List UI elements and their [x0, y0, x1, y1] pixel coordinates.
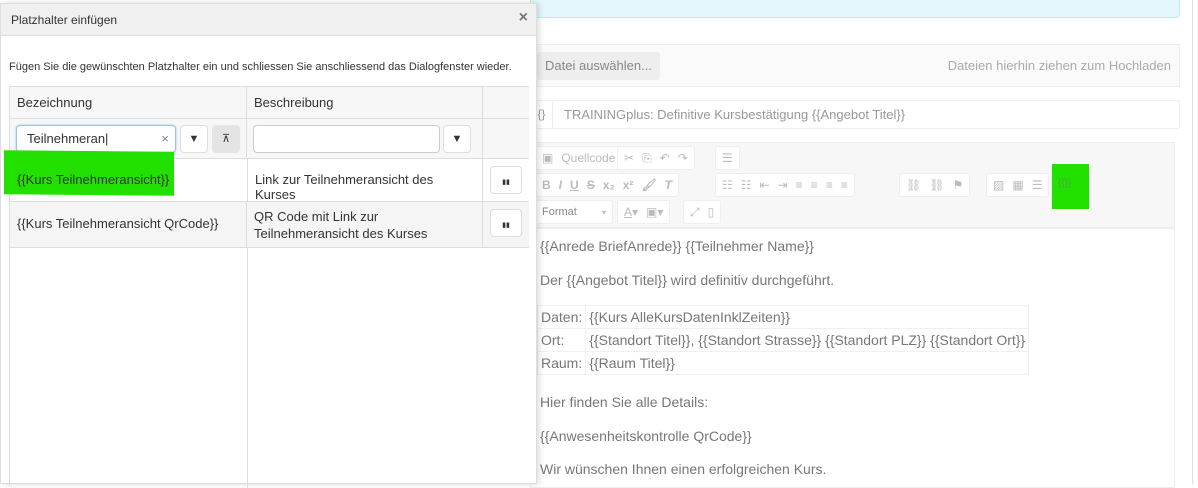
- template-button[interactable]: ☰: [715, 146, 740, 170]
- justify-icon[interactable]: ≡: [841, 178, 848, 192]
- editor-line[interactable]: {{Anwesenheitskontrolle QrCode}}: [540, 428, 752, 444]
- cut-icon[interactable]: ✂: [624, 151, 634, 165]
- details-table[interactable]: Daten: {{Kurs AlleKursDatenInklZeiten}} O…: [536, 305, 1030, 375]
- placeholder-name: {{Kurs Teilnehmeransicht QrCode}}: [10, 202, 247, 247]
- info-banner: [530, 0, 1180, 18]
- maximize-icon[interactable]: ⤢: [690, 205, 700, 220]
- insert-placeholder-dialog: Platzhalter einfügen × Fügen Sie die gew…: [0, 3, 537, 488]
- editor-line[interactable]: {{Anrede BriefAnrede}} {{Teilnehmer Name…: [540, 238, 814, 254]
- table-cell[interactable]: Daten:: [536, 305, 587, 329]
- unlink-icon[interactable]: ⛓: [929, 178, 944, 192]
- editor-toolbar: ▣ Quellcode ✂ ⎘ ↶ ↷ ☰ B I U Sx₂ x² 🖌 T ☷ ☷ ⇤ ⇥ ≡ ≡ ≡ ≡ ⛓ ⛓…: [530, 142, 1175, 228]
- placeholder-description: QR Code mit Link zur Teilnehmeransicht d…: [247, 202, 483, 247]
- editor-content[interactable]: {{Anrede BriefAnrede}} {{Teilnehmer Name…: [530, 228, 1175, 488]
- format-select[interactable]: Format ▾: [535, 200, 613, 224]
- grid-header: Bezeichnung Beschreibung: [10, 86, 529, 119]
- table-icon[interactable]: ▦: [1012, 178, 1023, 192]
- copy-button[interactable]: ▮▮: [490, 166, 522, 194]
- copy-button[interactable]: ▮▮: [490, 209, 522, 237]
- brush-icon[interactable]: 🖌: [641, 178, 656, 192]
- drop-hint: Dateien hierhin ziehen zum Hochladen: [947, 58, 1171, 73]
- table-row[interactable]: {{Kurs Teilnehmeransicht QrCode}} QR Cod…: [10, 202, 529, 248]
- file-upload: Datei auswählen... Dateien hierhin ziehe…: [530, 44, 1180, 87]
- table-cell[interactable]: Raum:: [536, 351, 587, 375]
- clear-icon[interactable]: ×: [161, 131, 169, 146]
- placeholder-icon: {{}}: [1058, 178, 1072, 189]
- select-file-button[interactable]: Datei auswählen...: [537, 52, 660, 80]
- table-cell[interactable]: {{Standort Titel}}, {{Standort Strasse}}…: [585, 328, 1030, 352]
- filter-icon: ▼: [188, 133, 200, 145]
- link-icon[interactable]: ⛓: [906, 178, 921, 192]
- column-header-description[interactable]: Beschreibung: [247, 87, 483, 118]
- strike-icon[interactable]: S: [587, 178, 595, 192]
- description-filter-input[interactable]: [253, 125, 440, 153]
- close-icon[interactable]: ×: [519, 9, 528, 27]
- undo-icon[interactable]: ↶: [660, 151, 670, 165]
- divider: [1192, 0, 1193, 484]
- insert-group[interactable]: ▨ ▦ ☰: [986, 173, 1050, 197]
- name-filter-input[interactable]: Teilnehmeran| ×: [16, 125, 176, 153]
- hr-icon[interactable]: ☰: [1032, 178, 1043, 192]
- placeholder-description: Link zur Teilnehmeransicht des Kurses: [247, 159, 483, 202]
- italic-icon[interactable]: I: [559, 178, 562, 192]
- chevron-down-icon: ▾: [601, 207, 606, 217]
- editor-line[interactable]: Hier finden Sie alle Details:: [540, 394, 708, 410]
- column-divider: [247, 248, 248, 488]
- editor-line[interactable]: Der {{Angebot Titel}} wird definitiv dur…: [540, 272, 834, 288]
- view-group[interactable]: ⤢ ▯: [683, 200, 722, 224]
- redo-icon[interactable]: ↷: [678, 151, 688, 165]
- placeholder-grid: Bezeichnung Beschreibung Teilnehmeran| × …: [4, 86, 529, 488]
- show-blocks-icon[interactable]: ▯: [708, 205, 715, 219]
- copy-icon: ▮▮: [502, 222, 510, 229]
- editor-line[interactable]: Wir wünschen Ihnen einen erfolgreichen K…: [540, 461, 826, 477]
- filter-button[interactable]: ▼: [443, 125, 471, 153]
- placeholder-button[interactable]: {{}}: [1052, 164, 1089, 209]
- clear-filter-button[interactable]: ⊼: [212, 125, 240, 153]
- subject-field[interactable]: {} TRAININGplus: Definitive Kursbestätig…: [530, 100, 1180, 129]
- source-icon: ▣: [542, 151, 554, 165]
- subscript-icon[interactable]: x₂: [603, 178, 615, 192]
- image-icon[interactable]: ▨: [993, 178, 1004, 192]
- link-group[interactable]: ⛓ ⛓ ⚑: [899, 173, 971, 197]
- indent-icon[interactable]: ⇥: [778, 178, 788, 192]
- outdent-icon[interactable]: ⇤: [760, 178, 770, 192]
- paragraph-group[interactable]: ☷ ☷ ⇤ ⇥ ≡ ≡ ≡ ≡: [715, 173, 855, 197]
- dialog-title: Platzhalter einfügen: [11, 13, 118, 27]
- bg-color-icon[interactable]: ▣▾: [646, 205, 663, 219]
- anchor-icon[interactable]: ⚑: [952, 178, 963, 192]
- format-label: Format: [542, 206, 577, 218]
- ordered-list-icon[interactable]: ☷: [722, 178, 733, 192]
- remove-format-icon[interactable]: T: [665, 178, 672, 192]
- clear-filter-icon: ⊼: [221, 133, 231, 145]
- align-left-icon[interactable]: ≡: [796, 178, 803, 192]
- copy-icon[interactable]: ⎘: [642, 151, 652, 166]
- dialog-intro: Fügen Sie die gewünschten Platzhalter ei…: [9, 61, 512, 73]
- subject-value[interactable]: TRAININGplus: Definitive Kursbestätigung…: [564, 107, 905, 122]
- dialog-header: Platzhalter einfügen ×: [1, 4, 536, 36]
- superscript-icon[interactable]: x²: [623, 178, 634, 192]
- table-cell[interactable]: {{Raum Titel}}: [585, 351, 1030, 375]
- column-header-name[interactable]: Bezeichnung: [10, 87, 247, 118]
- clipboard-group[interactable]: ✂ ⎘ ↶ ↷: [617, 146, 695, 170]
- template-icon: ☰: [722, 151, 733, 165]
- source-button[interactable]: ▣ Quellcode: [535, 146, 623, 170]
- table-cell[interactable]: Ort:: [536, 328, 587, 352]
- align-right-icon[interactable]: ≡: [826, 178, 833, 192]
- table-cell[interactable]: {{Kurs AlleKursDatenInklZeiten}}: [585, 305, 1030, 329]
- placeholder-name: {{Kurs Teilnehmeransicht}}: [17, 172, 170, 187]
- filter-value: Teilnehmeran: [27, 131, 106, 146]
- bullet-list-icon[interactable]: ☷: [741, 178, 752, 192]
- bold-icon[interactable]: B: [542, 178, 551, 192]
- source-label: Quellcode: [561, 151, 616, 165]
- align-center-icon[interactable]: ≡: [811, 178, 818, 192]
- filter-icon: ▼: [451, 133, 463, 145]
- filter-button[interactable]: ▼: [180, 125, 208, 153]
- copy-icon: ▮▮: [502, 179, 510, 186]
- table-row[interactable]: {{Kurs Teilnehmeransicht}} Link zur Teil…: [4, 150, 529, 202]
- underline-icon[interactable]: U: [570, 178, 579, 192]
- text-color-icon[interactable]: A▾: [624, 205, 638, 219]
- format-group[interactable]: B I U Sx₂ x² 🖌 T: [535, 173, 679, 197]
- color-group[interactable]: A▾ ▣▾: [617, 200, 671, 224]
